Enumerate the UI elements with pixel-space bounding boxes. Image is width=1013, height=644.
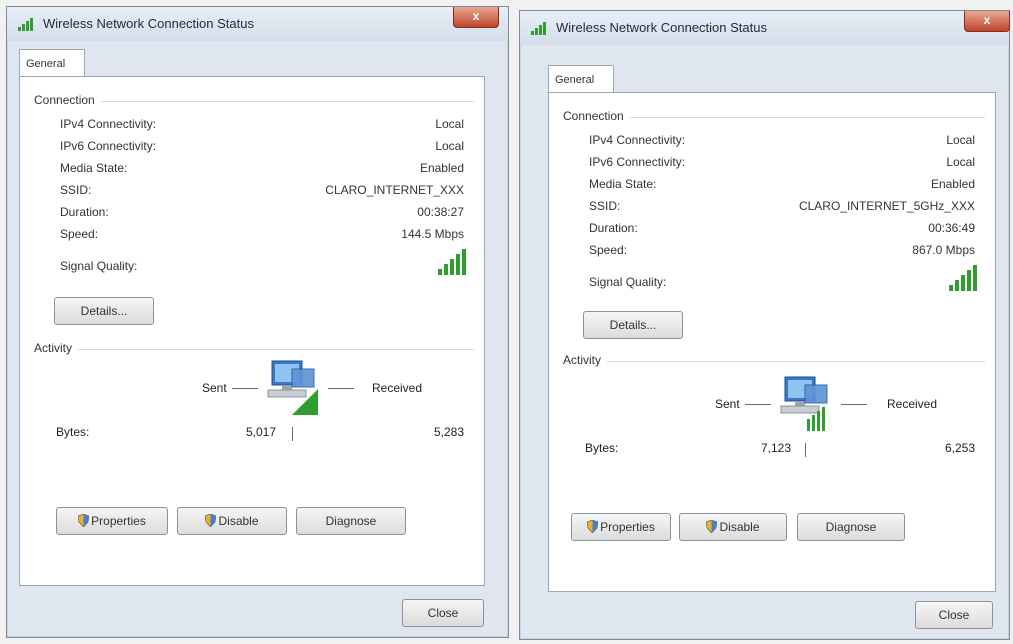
media-state-label: Media State: (60, 161, 128, 175)
general-panel: Connection IPv4 Connectivity: Local IPv6… (548, 92, 996, 592)
sent-dash (232, 388, 258, 389)
received-dash (841, 404, 867, 405)
received-dash (328, 388, 354, 389)
ipv4-value: Local (435, 117, 464, 131)
general-panel: Connection IPv4 Connectivity: Local IPv6… (19, 76, 485, 586)
ssid-label: SSID: (60, 183, 92, 197)
ssid-value: CLARO_INTERNET_5GHz_XXX (798, 199, 975, 213)
connection-group-label: Connection (34, 93, 101, 107)
speed-value: 144.5 Mbps (401, 227, 464, 241)
uac-shield-icon (587, 520, 599, 533)
bytes-sent-value: 7,123 (760, 441, 791, 455)
ipv4-label: IPv4 Connectivity: (589, 133, 686, 147)
activity-divider (563, 361, 985, 362)
signal-bars-icon (949, 265, 977, 291)
ipv6-label: IPv6 Connectivity: (60, 139, 157, 153)
speed-label: Speed: (589, 243, 628, 257)
properties-button[interactable]: Properties (56, 507, 168, 535)
close-button[interactable]: Close (915, 601, 993, 629)
ssid-value: CLARO_INTERNET_XXX (325, 183, 464, 197)
status-dialog-right: Wireless Network Connection Status x Gen… (519, 10, 1010, 640)
tab-general[interactable]: General (19, 49, 85, 77)
bytes-separator (292, 427, 293, 441)
bytes-sent-value: 5,017 (245, 425, 276, 439)
uac-shield-icon (706, 520, 718, 533)
properties-label: Properties (91, 514, 146, 528)
title-bar[interactable]: Wireless Network Connection Status x (7, 7, 508, 41)
bytes-separator (805, 443, 806, 457)
window-title: Wireless Network Connection Status (556, 20, 767, 35)
media-state-label: Media State: (589, 177, 657, 191)
ipv4-value: Local (946, 133, 975, 147)
signal-bars-icon (438, 249, 466, 275)
properties-button[interactable]: Properties (571, 513, 671, 541)
uac-shield-icon (78, 514, 90, 527)
duration-label: Duration: (60, 205, 109, 219)
duration-label: Duration: (589, 221, 638, 235)
uac-shield-icon (205, 514, 217, 527)
details-button[interactable]: Details... (583, 311, 683, 339)
title-close-button[interactable]: x (453, 7, 499, 28)
wireless-signal-icon (18, 18, 33, 31)
sent-dash (745, 404, 771, 405)
disable-button[interactable]: Disable (679, 513, 787, 541)
close-button[interactable]: Close (402, 599, 484, 627)
media-state-value: Enabled (419, 161, 464, 175)
sent-label: Sent (715, 397, 740, 411)
speed-value: 867.0 Mbps (912, 243, 975, 257)
received-label: Received (372, 381, 423, 395)
disable-label: Disable (218, 514, 259, 528)
speed-label: Speed: (60, 227, 99, 241)
media-state-value: Enabled (930, 177, 975, 191)
title-close-button[interactable]: x (964, 11, 1010, 32)
disable-button[interactable]: Disable (177, 507, 287, 535)
window-title: Wireless Network Connection Status (43, 16, 254, 31)
bytes-received-value: 6,253 (944, 441, 975, 455)
ipv4-label: IPv4 Connectivity: (60, 117, 157, 131)
activity-divider (34, 349, 474, 350)
details-button[interactable]: Details... (54, 297, 154, 325)
bytes-label: Bytes: (585, 441, 619, 455)
activity-group-label: Activity (34, 341, 79, 355)
diagnose-button[interactable]: Diagnose (797, 513, 905, 541)
properties-label: Properties (600, 520, 655, 534)
connection-group-label: Connection (563, 109, 630, 123)
diagnose-button[interactable]: Diagnose (296, 507, 406, 535)
status-dialog-left: Wireless Network Connection Status x Gen… (6, 6, 509, 638)
bytes-received-value: 5,283 (433, 425, 464, 439)
bytes-label: Bytes: (56, 425, 90, 439)
signal-quality-label: Signal Quality: (60, 259, 138, 273)
wireless-signal-icon (531, 22, 546, 35)
disable-label: Disable (719, 520, 760, 534)
tab-general[interactable]: General (548, 65, 614, 93)
received-label: Received (887, 397, 938, 411)
ipv6-value: Local (435, 139, 464, 153)
ipv6-value: Local (946, 155, 975, 169)
duration-value: 00:36:49 (928, 221, 975, 235)
network-computer-icon (780, 376, 828, 431)
sent-label: Sent (202, 381, 227, 395)
network-computer-icon (267, 360, 318, 415)
ipv6-label: IPv6 Connectivity: (589, 155, 686, 169)
activity-group-label: Activity (563, 353, 608, 367)
title-bar[interactable]: Wireless Network Connection Status x (520, 11, 1010, 45)
ssid-label: SSID: (589, 199, 621, 213)
signal-quality-label: Signal Quality: (589, 275, 667, 289)
duration-value: 00:38:27 (417, 205, 464, 219)
